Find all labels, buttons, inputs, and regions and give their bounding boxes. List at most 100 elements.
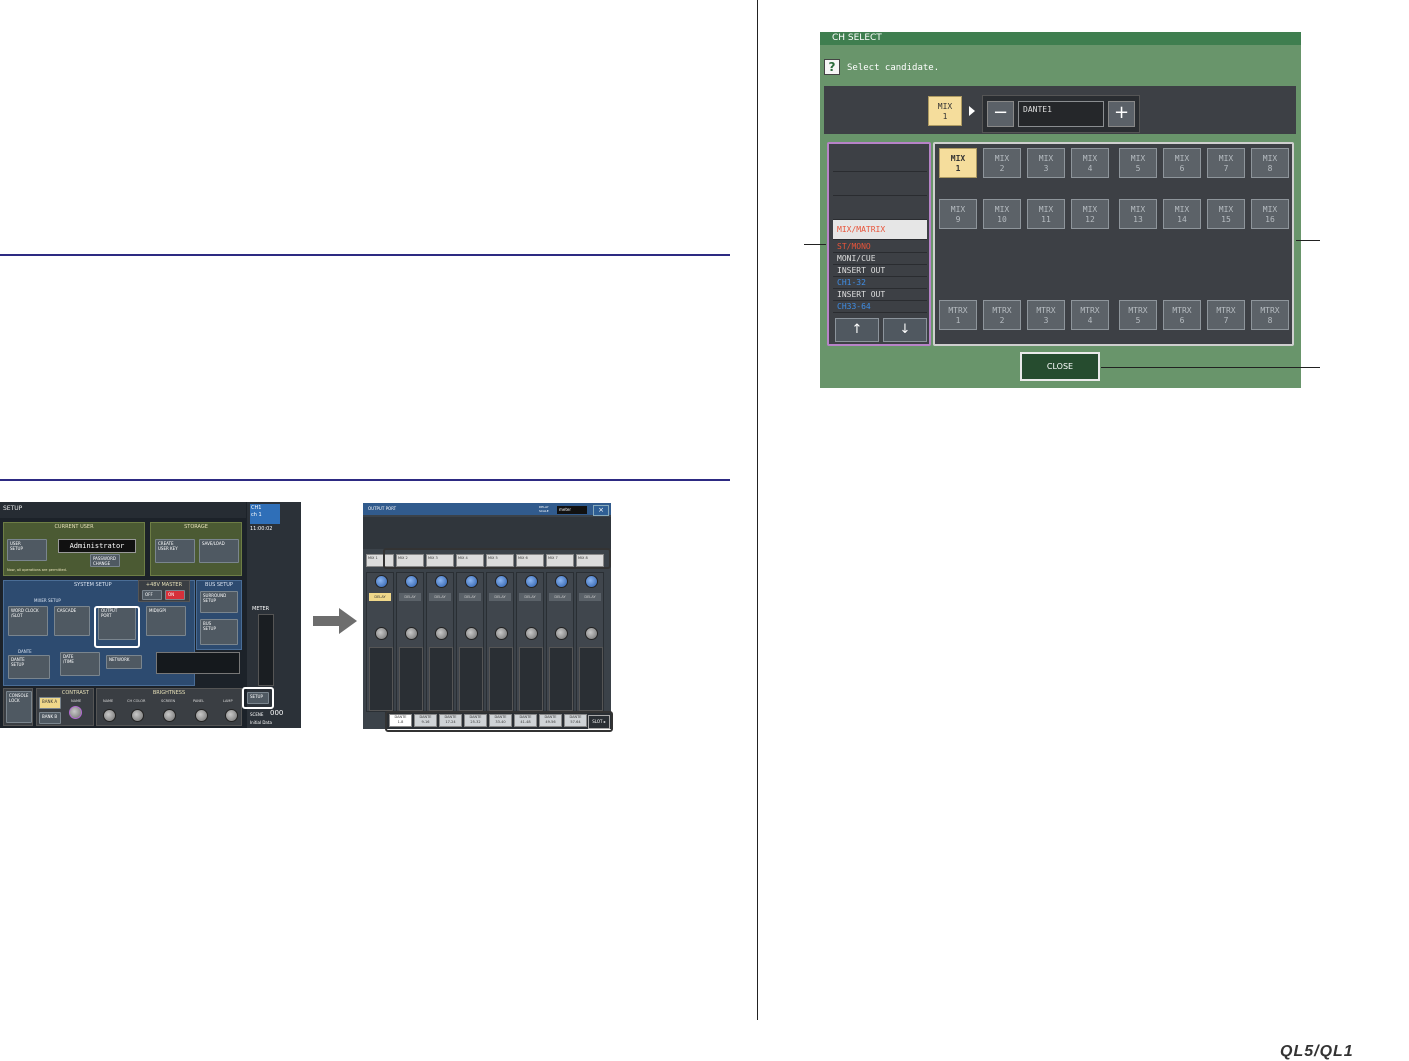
network-button[interactable]: NETWORK	[106, 655, 142, 669]
category-item[interactable]: CH1-32	[833, 277, 927, 289]
word-clock-button[interactable]: WORD CLOCK /SLOT	[8, 606, 48, 636]
delay-knob[interactable]	[465, 575, 478, 588]
mix-channel-button[interactable]: MIX 1	[939, 148, 977, 178]
category-item[interactable]: INSERT OUT	[833, 265, 927, 277]
matrix-channel-button[interactable]: MTRX 5	[1119, 300, 1157, 330]
gain-knob[interactable]	[375, 627, 388, 640]
chcolor-brightness-knob[interactable]	[131, 709, 144, 722]
delay-knob[interactable]	[555, 575, 568, 588]
delay-label[interactable]: DELAY	[489, 593, 511, 601]
meter-scale	[459, 647, 483, 711]
matrix-channel-button[interactable]: MTRX 1	[939, 300, 977, 330]
matrix-channel-button[interactable]: MTRX 2	[983, 300, 1021, 330]
gain-knob[interactable]	[585, 627, 598, 640]
increment-button[interactable]: +	[1108, 101, 1135, 127]
matrix-channel-button[interactable]: MTRX 4	[1071, 300, 1109, 330]
matrix-channel-button[interactable]: MTRX 7	[1207, 300, 1245, 330]
channel-name-display[interactable]: CH1 ch 1	[250, 504, 280, 524]
mix-channel-button[interactable]: MIX 3	[1027, 148, 1065, 178]
delay-label[interactable]: DELAY	[369, 593, 391, 601]
setup-screen-image: SETUP CURRENT USER USER SETUP Administra…	[0, 502, 301, 728]
date-time-button[interactable]: DATE /TIME	[60, 652, 100, 676]
create-user-key-button[interactable]: CREATE USER KEY	[155, 539, 195, 563]
mix-channel-button[interactable]: MIX 7	[1207, 148, 1245, 178]
category-item[interactable]: INSERT OUT	[833, 289, 927, 301]
bank-a-button[interactable]: BANK A	[39, 697, 61, 709]
arrow-right-icon	[969, 106, 975, 116]
phantom-off-button[interactable]: OFF	[142, 590, 162, 600]
mix-channel-button[interactable]: MIX 15	[1207, 199, 1245, 229]
dante-setup-button[interactable]: DANTE SETUP	[8, 655, 50, 679]
password-change-button[interactable]: PASSWORD CHANGE	[90, 554, 120, 567]
delay-label[interactable]: DELAY	[579, 593, 601, 601]
bus-setup-button[interactable]: BUS SETUP	[200, 619, 238, 645]
scene-title: Initial Data	[250, 720, 272, 725]
scroll-down-icon[interactable]: ↓	[883, 318, 927, 342]
close-button[interactable]: CLOSE	[1020, 352, 1100, 381]
bank-b-button[interactable]: BANK B	[39, 712, 61, 724]
delay-label[interactable]: DELAY	[429, 593, 451, 601]
mix-channel-button[interactable]: MIX 12	[1071, 199, 1109, 229]
name-brightness-knob[interactable]	[103, 709, 116, 722]
product-logo: QL5/QL1	[1280, 1043, 1354, 1060]
surround-setup-button[interactable]: SURROUND SETUP	[200, 591, 238, 613]
matrix-channel-button[interactable]: MTRX 6	[1163, 300, 1201, 330]
delay-label[interactable]: DELAY	[549, 593, 571, 601]
gain-knob[interactable]	[465, 627, 478, 640]
section-rule-bottom	[0, 479, 730, 481]
help-icon[interactable]: ?	[824, 59, 840, 75]
mix-channel-button[interactable]: MIX 14	[1163, 199, 1201, 229]
delay-knob[interactable]	[585, 575, 598, 588]
decrement-button[interactable]: −	[987, 101, 1014, 127]
mix-channel-button[interactable]: MIX 16	[1251, 199, 1289, 229]
slot-tab[interactable]: SLOT ▸	[588, 715, 610, 729]
save-load-button[interactable]: SAVE/LOAD	[199, 539, 239, 563]
delay-label[interactable]: DELAY	[519, 593, 541, 601]
lamp-brightness-knob[interactable]	[225, 709, 238, 722]
mix-channel-button[interactable]: MIX 10	[983, 199, 1021, 229]
mix-channel-button[interactable]: MIX 6	[1163, 148, 1201, 178]
delay-knob[interactable]	[525, 575, 538, 588]
user-setup-button[interactable]: USER SETUP	[7, 539, 47, 561]
delay-unit-field[interactable]: meter	[557, 506, 587, 514]
phantom-on-button[interactable]: ON	[165, 590, 185, 600]
prompt-text: Select candidate.	[847, 63, 940, 73]
delay-knob[interactable]	[495, 575, 508, 588]
delay-knob[interactable]	[435, 575, 448, 588]
delay-label[interactable]: DELAY	[399, 593, 421, 601]
console-lock-button[interactable]: CONSOLE LOCK	[6, 691, 32, 723]
bus-setup-title: BUS SETUP	[205, 582, 233, 588]
close-icon[interactable]: ×	[593, 505, 609, 516]
meter-scale	[399, 647, 423, 711]
delay-knob[interactable]	[375, 575, 388, 588]
mix-channel-button[interactable]: MIX 9	[939, 199, 977, 229]
gain-knob[interactable]	[495, 627, 508, 640]
gain-knob[interactable]	[405, 627, 418, 640]
mix-channel-button[interactable]: MIX 5	[1119, 148, 1157, 178]
category-item[interactable]: ST/MONO	[833, 241, 927, 253]
mix-channel-button[interactable]: MIX 8	[1251, 148, 1289, 178]
category-item[interactable]: CH33-64	[833, 301, 927, 313]
matrix-channel-button[interactable]: MTRX 8	[1251, 300, 1289, 330]
matrix-channel-button[interactable]: MTRX 3	[1027, 300, 1065, 330]
delay-knob[interactable]	[405, 575, 418, 588]
delay-label[interactable]: DELAY	[459, 593, 481, 601]
mix-channel-button[interactable]: MIX 4	[1071, 148, 1109, 178]
mix-channel-button[interactable]: MIX 2	[983, 148, 1021, 178]
category-item[interactable]: MONI/CUE	[833, 253, 927, 265]
scroll-up-icon[interactable]: ↑	[835, 318, 879, 342]
gain-knob[interactable]	[555, 627, 568, 640]
meter-scale	[549, 647, 573, 711]
mixer-setup-title: MIXER SETUP	[34, 598, 61, 603]
mix-channel-button[interactable]: MIX 13	[1119, 199, 1157, 229]
category-item[interactable]: MIX/MATRIX	[833, 220, 927, 240]
cascade-button[interactable]: CASCADE	[54, 606, 90, 636]
navigation-arrow-icon	[313, 608, 357, 634]
screen-brightness-knob[interactable]	[163, 709, 176, 722]
contrast-knob[interactable]	[69, 706, 82, 719]
midi-gpi-button[interactable]: MIDI/GPI	[146, 606, 186, 636]
gain-knob[interactable]	[435, 627, 448, 640]
panel-brightness-knob[interactable]	[195, 709, 208, 722]
mix-channel-button[interactable]: MIX 11	[1027, 199, 1065, 229]
gain-knob[interactable]	[525, 627, 538, 640]
